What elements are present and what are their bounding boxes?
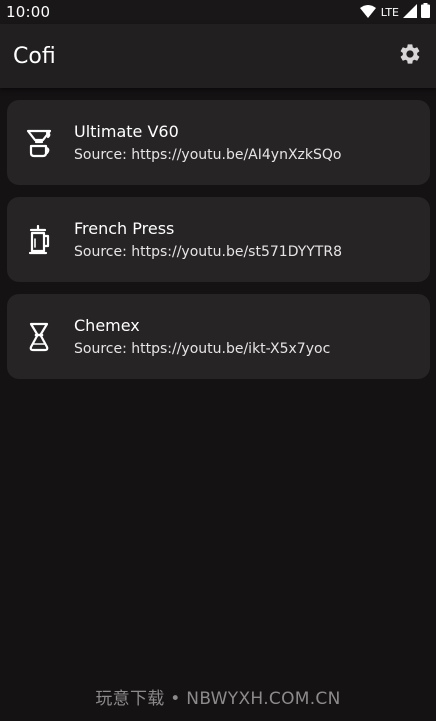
recipe-name: Ultimate V60: [74, 121, 179, 141]
wifi-icon: [359, 3, 376, 22]
recipe-list: Ultimate V60 Source: https://youtu.be/AI…: [7, 100, 430, 391]
recipe-card-french-press[interactable]: French Press Source: https://youtu.be/st…: [7, 197, 430, 282]
chemex-icon: [25, 320, 53, 354]
status-time: 10:00: [6, 3, 51, 21]
recipe-card-text: French Press Source: https://youtu.be/st…: [74, 218, 374, 262]
network-type: LTE: [380, 5, 399, 19]
gear-icon: [398, 42, 422, 70]
recipe-card-chemex[interactable]: Chemex Source: https://youtu.be/ikt-X5x7…: [7, 294, 430, 379]
settings-button[interactable]: [394, 40, 426, 72]
recipe-card-text: Chemex Source: https://youtu.be/ikt-X5x7…: [74, 315, 374, 359]
battery-icon: [421, 2, 430, 22]
recipe-source: Source: https://youtu.be/st571DYYTR8: [74, 243, 342, 260]
recipe-card-ultimate-v60[interactable]: Ultimate V60 Source: https://youtu.be/AI…: [7, 100, 430, 185]
recipe-card-text: Ultimate V60 Source: https://youtu.be/AI…: [74, 121, 374, 165]
recipe-name: Chemex: [74, 315, 140, 335]
app-bar: Cofi: [0, 24, 436, 88]
status-bar: 10:00 LTE: [0, 0, 436, 24]
v60-dripper-icon: [25, 126, 53, 160]
watermark: 玩意下载 • NBWYXH.COM.CN: [95, 689, 341, 709]
status-icons: LTE: [359, 2, 430, 22]
french-press-icon: [25, 223, 53, 257]
recipe-source: Source: https://youtu.be/AI4ynXzkSQo: [74, 146, 342, 163]
recipe-name: French Press: [74, 218, 175, 238]
signal-icon: [403, 3, 417, 22]
app-title: Cofi: [13, 43, 56, 69]
recipe-source: Source: https://youtu.be/ikt-X5x7yoc: [74, 340, 331, 357]
